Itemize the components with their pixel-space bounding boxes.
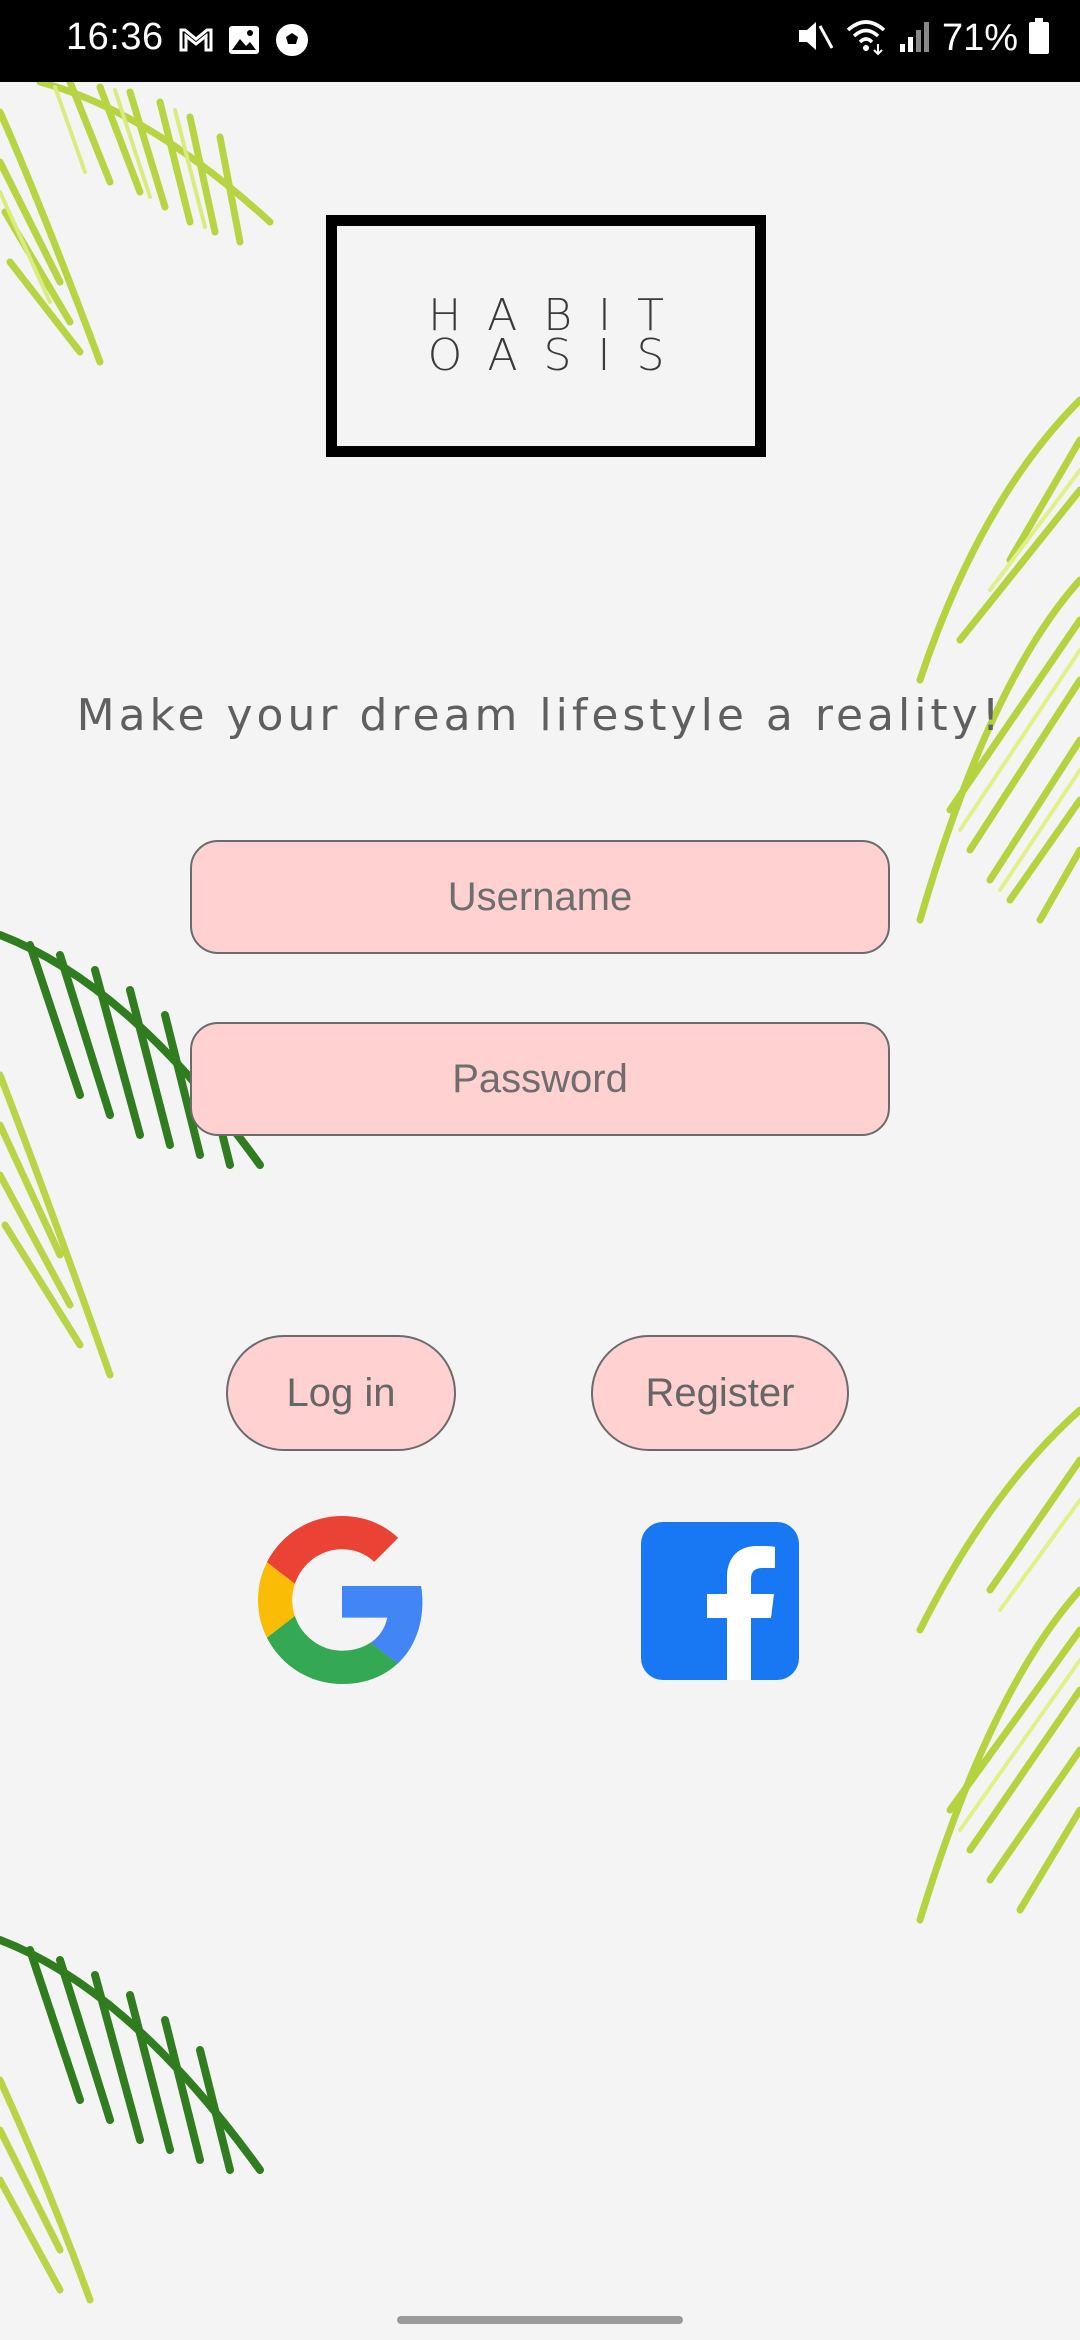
battery-percent: 71% [941, 17, 1018, 59]
notification-icons [178, 22, 310, 63]
palm-leaf-top-left [0, 82, 274, 366]
status-time: 16:36 [66, 16, 164, 58]
tagline: Make your dream lifestyle a reality! [76, 690, 1004, 741]
battery-icon [1028, 17, 1050, 60]
palm-leaf-right-upper [916, 396, 1080, 924]
status-bar: 16:36 71% [0, 0, 1080, 82]
username-input[interactable] [190, 840, 890, 954]
gallery-icon [226, 22, 262, 63]
signal-icon [898, 18, 932, 59]
habit-oasis-logo: HABIT OASIS [326, 215, 766, 457]
google-icon[interactable] [258, 1516, 426, 1684]
logo-line-2: OASIS [427, 330, 691, 381]
palm-leaf-bottom-left [0, 1936, 264, 2304]
mute-icon [796, 16, 834, 61]
password-input[interactable] [190, 1022, 890, 1136]
login-button[interactable]: Log in [226, 1335, 456, 1451]
gmail-icon [178, 22, 214, 63]
facebook-icon[interactable] [641, 1522, 799, 1680]
register-button-label: Register [645, 1370, 795, 1415]
wifi-icon [844, 16, 888, 61]
home-indicator[interactable] [397, 2316, 683, 2324]
soccer-ball-icon [274, 22, 310, 63]
palm-leaf-right-lower [916, 1406, 1080, 1924]
register-button[interactable]: Register [591, 1335, 849, 1451]
system-icons: 71% [796, 16, 1050, 61]
login-button-label: Log in [286, 1370, 396, 1415]
palm-leaf-left-middle [0, 931, 264, 1379]
